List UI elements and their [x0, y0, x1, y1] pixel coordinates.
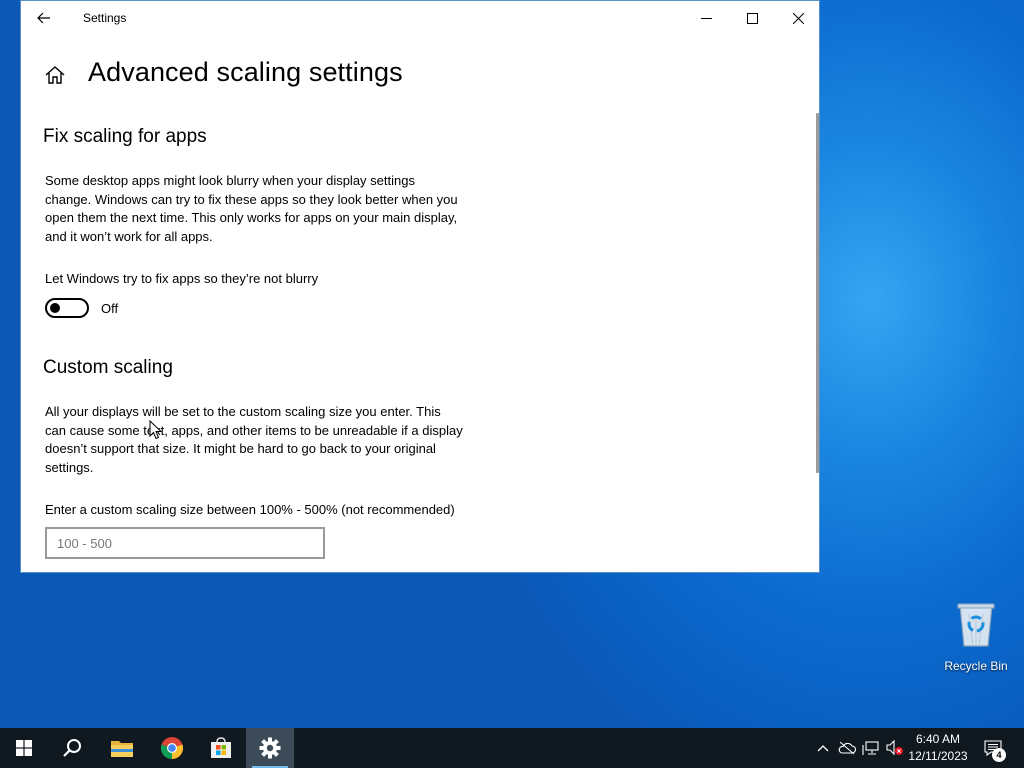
action-center-button[interactable] [978, 728, 1008, 768]
fix-scaling-description-line: change. Windows can try to fix these app… [45, 191, 458, 207]
cloud-offline-icon [838, 741, 856, 755]
clock-date: 12/11/2023 [908, 749, 968, 763]
fix-apps-toggle-label: Let Windows try to fix apps so they’re n… [45, 271, 319, 286]
maximize-icon [746, 12, 758, 24]
show-hidden-icons-button[interactable] [812, 728, 834, 768]
custom-scaling-description-line: can cause some text, apps, and other ite… [45, 422, 463, 438]
fix-scaling-heading: Fix scaling for apps [43, 126, 207, 147]
settings-window: Settings Advanced scaling settings Fix s… [20, 0, 820, 573]
custom-scaling-input[interactable] [45, 527, 325, 559]
start-button[interactable] [0, 728, 48, 768]
minimize-icon [700, 17, 712, 19]
toggle-knob [50, 303, 60, 313]
back-button[interactable] [29, 3, 59, 33]
custom-scaling-description-line: settings. [45, 459, 94, 475]
file-explorer-button[interactable] [98, 728, 146, 768]
search-icon [63, 739, 81, 757]
network-tray-button[interactable] [860, 728, 882, 768]
settings-gear-icon [259, 737, 281, 759]
close-button[interactable] [775, 1, 819, 35]
chrome-icon [160, 737, 184, 760]
custom-scaling-heading: Custom scaling [43, 357, 173, 378]
taskbar-clock[interactable]: 6:40 AM 12/11/2023 [906, 731, 970, 765]
toggle-state-text: Off [101, 301, 119, 316]
settings-taskbar-button[interactable] [246, 728, 294, 768]
fix-scaling-description-line: Some desktop apps might look blurry when… [45, 173, 415, 188]
clock-time: 6:40 AM [915, 732, 961, 746]
mouse-cursor-icon [149, 420, 163, 440]
file-explorer-icon [111, 741, 133, 757]
custom-scaling-description: All your displays will be set to the cus… [45, 403, 497, 477]
chrome-button[interactable] [148, 728, 196, 768]
recycle-bin-icon [957, 603, 995, 647]
maximize-button[interactable] [729, 1, 775, 35]
fix-scaling-description: Some desktop apps might look blurry when… [45, 172, 497, 246]
fix-scaling-description-line: and it won’t work for all apps. [45, 228, 213, 244]
volume-tray-button[interactable] [884, 728, 906, 768]
close-icon [792, 12, 804, 24]
microsoft-store-button[interactable] [197, 728, 245, 768]
onedrive-tray-button[interactable] [836, 728, 858, 768]
back-arrow-icon [37, 12, 50, 24]
minimize-button[interactable] [683, 1, 729, 35]
page-title: Advanced scaling settings [88, 57, 403, 87]
title-bar: Settings [21, 1, 819, 35]
search-button[interactable] [48, 728, 96, 768]
network-monitor-icon [862, 741, 879, 755]
recycle-bin[interactable]: Recycle Bin [940, 600, 1012, 673]
chevron-up-icon [817, 745, 829, 752]
custom-scaling-description-line: All your displays will be set to the cus… [45, 404, 441, 419]
custom-scaling-description-line: doesn’t support that size. It might be h… [45, 441, 436, 456]
window-title: Settings [83, 11, 127, 25]
fix-apps-toggle[interactable] [45, 298, 89, 318]
windows-logo-icon [16, 740, 32, 756]
fix-scaling-description-line: open them the next time. This only works… [45, 210, 458, 225]
notification-count-badge: 4 [992, 748, 1006, 762]
microsoft-store-icon [211, 737, 231, 758]
home-button[interactable] [43, 63, 67, 87]
taskbar: 6:40 AM 12/11/2023 [0, 728, 1024, 768]
home-icon [45, 66, 65, 84]
custom-scaling-input-label: Enter a custom scaling size between 100%… [45, 502, 455, 517]
recycle-bin-label: Recycle Bin [944, 659, 1008, 673]
volume-muted-icon [886, 740, 903, 756]
scrollbar[interactable] [816, 113, 819, 473]
